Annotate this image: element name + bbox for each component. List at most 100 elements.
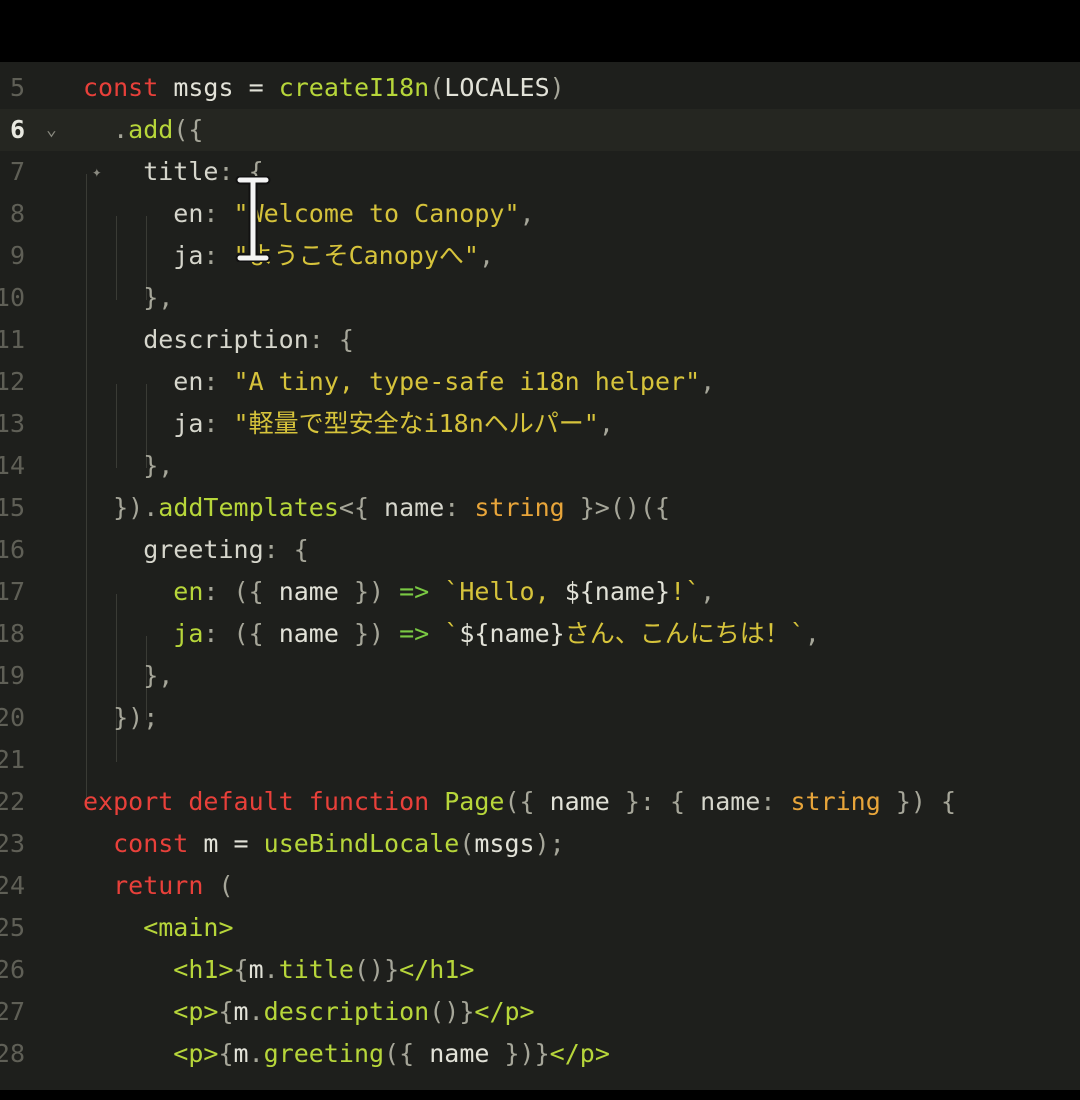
- code-text[interactable]: const msgs = createI18n(LOCALES): [83, 67, 565, 109]
- code-token: :: [203, 409, 234, 438]
- code-text[interactable]: ja: ({ name }) => `${name}さん、こんにちは！`,: [83, 613, 820, 655]
- code-text[interactable]: en: "Welcome to Canopy",: [83, 193, 534, 235]
- line-gutter[interactable]: 6 ⌄: [0, 109, 70, 151]
- code-token: }).: [83, 493, 159, 522]
- code-line[interactable]: 25 <main>: [0, 907, 1080, 949]
- code-token: ,: [598, 409, 614, 438]
- line-gutter[interactable]: 18: [0, 613, 70, 655]
- code-token: </p>: [474, 997, 535, 1026]
- code-line[interactable]: 14 },: [0, 445, 1080, 487]
- code-text[interactable]: const m = useBindLocale(msgs);: [83, 823, 565, 865]
- line-gutter[interactable]: 5: [0, 67, 70, 109]
- code-line[interactable]: 9 ja: "ようこそCanopyへ",: [0, 235, 1080, 277]
- line-number: 8: [9, 199, 25, 228]
- code-token: ${name}: [564, 577, 671, 606]
- line-number: 7: [9, 157, 25, 186]
- chevron-down-icon[interactable]: ⌄: [46, 109, 57, 151]
- line-gutter[interactable]: 8: [0, 193, 70, 235]
- code-text[interactable]: .add({: [83, 109, 203, 151]
- code-text[interactable]: en: ({ name }) => `Hello, ${name}!`,: [83, 571, 715, 613]
- code-token: {: [218, 1039, 234, 1068]
- code-text[interactable]: ja: "ようこそCanopyへ",: [83, 235, 494, 277]
- code-editor[interactable]: 5 const msgs = createI18n(LOCALES) 6 ⌄ .add…: [0, 62, 1080, 1090]
- code-text[interactable]: },: [83, 445, 173, 487]
- code-line[interactable]: 15 }).addTemplates<{ name: string }>()({: [0, 487, 1080, 529]
- line-gutter[interactable]: 23: [0, 823, 70, 865]
- line-gutter[interactable]: 13: [0, 403, 70, 445]
- line-gutter[interactable]: 16: [0, 529, 70, 571]
- line-number: 20: [0, 703, 25, 732]
- code-token: }>()({: [564, 493, 671, 522]
- code-text[interactable]: ja: "軽量で型安全なi18nヘルパー",: [83, 403, 614, 445]
- code-line[interactable]: 5 const msgs = createI18n(LOCALES): [0, 67, 1080, 109]
- line-gutter[interactable]: 11: [0, 319, 70, 361]
- code-token: en: [83, 367, 204, 396]
- code-token: ja: [83, 409, 204, 438]
- line-number: 23: [0, 829, 25, 858]
- code-line[interactable]: 6 ⌄ .add({: [0, 109, 1080, 151]
- code-text[interactable]: greeting: {: [83, 529, 309, 571]
- code-text[interactable]: },: [83, 655, 173, 697]
- code-line[interactable]: 21: [0, 739, 1080, 781]
- code-line[interactable]: 8 en: "Welcome to Canopy",: [0, 193, 1080, 235]
- line-number: 25: [0, 913, 25, 942]
- code-token: greeting: [263, 1039, 385, 1068]
- line-gutter[interactable]: 12: [0, 361, 70, 403]
- sparkle-icon[interactable]: ✦: [92, 162, 102, 181]
- line-gutter[interactable]: 15: [0, 487, 70, 529]
- line-number: 24: [0, 871, 25, 900]
- code-line[interactable]: 13 ja: "軽量で型安全なi18nヘルパー",: [0, 403, 1080, 445]
- code-line[interactable]: 17 en: ({ name }) => `Hello, ${name}!`,: [0, 571, 1080, 613]
- line-gutter[interactable]: 9: [0, 235, 70, 277]
- code-line[interactable]: 18 ja: ({ name }) => `${name}さん、こんにちは！`,: [0, 613, 1080, 655]
- code-token: name: [549, 787, 610, 816]
- code-text[interactable]: return (: [83, 865, 233, 907]
- code-token: name: [700, 787, 761, 816]
- code-line[interactable]: 11 description: {: [0, 319, 1080, 361]
- line-gutter[interactable]: 24: [0, 865, 70, 907]
- line-gutter[interactable]: 21: [0, 739, 70, 781]
- code-line[interactable]: 23 const m = useBindLocale(msgs);: [0, 823, 1080, 865]
- code-line[interactable]: 26 <h1>{m.title()}</h1>: [0, 949, 1080, 991]
- code-line[interactable]: 10 },: [0, 277, 1080, 319]
- code-token: さん、こんにちは！`: [564, 619, 805, 648]
- line-gutter[interactable]: 26: [0, 949, 70, 991]
- code-token: `: [429, 619, 460, 648]
- line-gutter[interactable]: 27: [0, 991, 70, 1033]
- code-token: ()}: [429, 997, 475, 1026]
- code-text[interactable]: <main>: [83, 907, 234, 949]
- code-text[interactable]: },: [83, 277, 173, 319]
- code-token: .: [248, 1039, 264, 1068]
- code-token: createI18n: [278, 73, 430, 102]
- line-gutter[interactable]: 14: [0, 445, 70, 487]
- code-token: : ({: [203, 619, 279, 648]
- code-text[interactable]: });: [83, 697, 158, 739]
- code-token: description: [263, 997, 430, 1026]
- line-gutter[interactable]: 7: [0, 151, 70, 193]
- code-line[interactable]: 27 <p>{m.description()}</p>: [0, 991, 1080, 1033]
- code-line[interactable]: 28 <p>{m.greeting({ name })}</p>: [0, 1033, 1080, 1075]
- code-line[interactable]: 19 },: [0, 655, 1080, 697]
- code-token: "A tiny, type-safe i18n helper": [233, 367, 701, 396]
- code-line[interactable]: 24 return (: [0, 865, 1080, 907]
- code-token: <main>: [83, 913, 234, 942]
- line-gutter[interactable]: 22: [0, 781, 70, 823]
- line-gutter[interactable]: 19: [0, 655, 70, 697]
- code-text[interactable]: <h1>{m.title()}</h1>: [83, 949, 474, 991]
- line-gutter[interactable]: 20: [0, 697, 70, 739]
- code-line[interactable]: 7 title: {: [0, 151, 1080, 193]
- code-text[interactable]: en: "A tiny, type-safe i18n helper",: [83, 361, 715, 403]
- code-text[interactable]: <p>{m.greeting({ name })}</p>: [83, 1033, 610, 1075]
- code-line[interactable]: 20 });: [0, 697, 1080, 739]
- line-gutter[interactable]: 28: [0, 1033, 70, 1075]
- code-text[interactable]: description: {: [83, 319, 354, 361]
- line-gutter[interactable]: 25: [0, 907, 70, 949]
- code-line[interactable]: 22 export default function Page({ name }:…: [0, 781, 1080, 823]
- code-text[interactable]: }).addTemplates<{ name: string }>()({: [83, 487, 670, 529]
- line-gutter[interactable]: 10: [0, 277, 70, 319]
- code-line[interactable]: 12 en: "A tiny, type-safe i18n helper",: [0, 361, 1080, 403]
- line-gutter[interactable]: 17: [0, 571, 70, 613]
- code-text[interactable]: <p>{m.description()}</p>: [83, 991, 535, 1033]
- code-line[interactable]: 16 greeting: {: [0, 529, 1080, 571]
- code-text[interactable]: export default function Page({ name }: {…: [83, 781, 956, 823]
